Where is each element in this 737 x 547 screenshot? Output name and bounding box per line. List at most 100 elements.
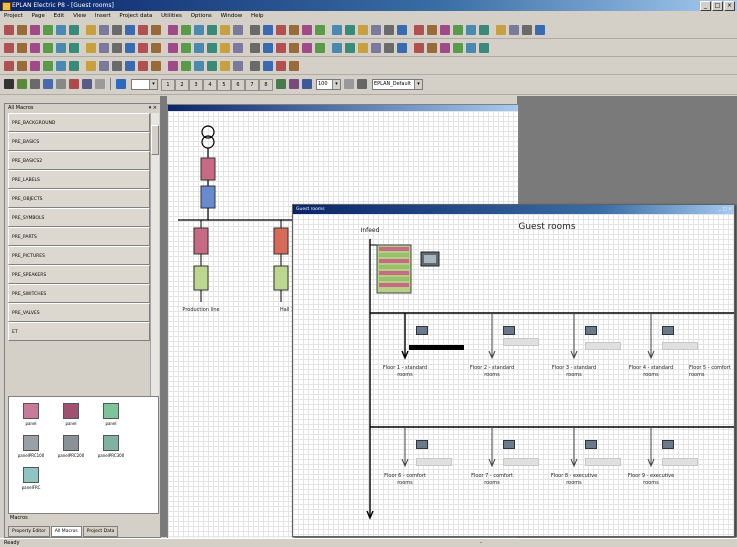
- toolbar-tool-icon[interactable]: [207, 25, 217, 35]
- toolbar-tool-icon[interactable]: [345, 43, 355, 53]
- toolbar-tool-icon[interactable]: [397, 43, 407, 53]
- menu-window[interactable]: Window: [221, 13, 243, 19]
- toolbar-tool-icon[interactable]: [358, 43, 368, 53]
- menu-edit[interactable]: Edit: [54, 13, 65, 19]
- toolbar-tool-icon[interactable]: [86, 61, 96, 71]
- layer-manager-icon[interactable]: [357, 79, 367, 89]
- toolbar-tool-icon[interactable]: [276, 25, 286, 35]
- toolbar-tool-icon[interactable]: [207, 61, 217, 71]
- color-icon[interactable]: [69, 79, 79, 89]
- toolbar-tool-icon[interactable]: [86, 43, 96, 53]
- level-button-2[interactable]: 2: [175, 79, 189, 91]
- minimize-button[interactable]: _: [700, 1, 711, 11]
- category-item[interactable]: PRE_VALVES: [8, 303, 150, 322]
- zoom-select[interactable]: 100 ▾: [316, 79, 341, 90]
- toolbar-tool-icon[interactable]: [30, 25, 40, 35]
- category-item[interactable]: PRE_BASICS2: [8, 151, 150, 170]
- toolbar-tool-icon[interactable]: [56, 61, 66, 71]
- toolbar-tool-icon[interactable]: [371, 25, 381, 35]
- toolbar-tool-icon[interactable]: [276, 61, 286, 71]
- menu-page[interactable]: Page: [32, 13, 45, 19]
- category-scrollbar[interactable]: [150, 113, 159, 396]
- menu-view[interactable]: View: [73, 13, 86, 19]
- toolbar-tool-icon[interactable]: [263, 61, 273, 71]
- close-button[interactable]: ×: [724, 1, 735, 11]
- toolbar-tool-icon[interactable]: [194, 25, 204, 35]
- toolbar-tool-icon[interactable]: [220, 25, 230, 35]
- level-button-7[interactable]: 7: [245, 79, 259, 91]
- toolbar-tool-icon[interactable]: [168, 25, 178, 35]
- menu-utilities[interactable]: Utilities: [161, 13, 182, 19]
- snap-icon[interactable]: [276, 79, 286, 89]
- toolbar-tool-icon[interactable]: [315, 25, 325, 35]
- toolbar-tool-icon[interactable]: [181, 43, 191, 53]
- toolbar-tool-icon[interactable]: [440, 25, 450, 35]
- toolbar-tool-icon[interactable]: [56, 25, 66, 35]
- toolbar-tool-icon[interactable]: [30, 43, 40, 53]
- toolbar-tool-icon[interactable]: [302, 25, 312, 35]
- maximize-button[interactable]: □: [712, 1, 723, 11]
- toolbar-tool-icon[interactable]: [315, 43, 325, 53]
- toolbar-tool-icon[interactable]: [397, 25, 407, 35]
- toolbar-tool-icon[interactable]: [56, 43, 66, 53]
- level-button-3[interactable]: 3: [189, 79, 203, 91]
- toolbar-tool-icon[interactable]: [535, 25, 545, 35]
- toolbar-tool-icon[interactable]: [466, 25, 476, 35]
- toolbar-tool-icon[interactable]: [479, 43, 489, 53]
- layer-select[interactable]: EPLAN_Default ▾: [372, 79, 423, 90]
- toolbar-tool-icon[interactable]: [125, 61, 135, 71]
- toolbar-tool-icon[interactable]: [427, 43, 437, 53]
- toolbar-tool-icon[interactable]: [509, 25, 519, 35]
- toolbar-tool-icon[interactable]: [276, 43, 286, 53]
- toolbar-tool-icon[interactable]: [99, 43, 109, 53]
- category-item[interactable]: PRE_BACKGROUND: [8, 113, 150, 132]
- toolbar-tool-icon[interactable]: [332, 43, 342, 53]
- toolbar-tool-icon[interactable]: [69, 25, 79, 35]
- toolbar-tool-icon[interactable]: [479, 25, 489, 35]
- toolbar-tool-icon[interactable]: [289, 61, 299, 71]
- toolbar-tool-icon[interactable]: [17, 43, 27, 53]
- toolbar-tool-icon[interactable]: [440, 43, 450, 53]
- toolbar-tool-icon[interactable]: [17, 61, 27, 71]
- tab-all-macros[interactable]: All Macros: [50, 526, 82, 537]
- category-item[interactable]: PRE_SWITCHES: [8, 284, 150, 303]
- toolbar-tool-icon[interactable]: [345, 25, 355, 35]
- toolbar-tool-icon[interactable]: [30, 61, 40, 71]
- macro-panel-prc100[interactable]: panelPRC100: [17, 435, 45, 458]
- tab-project-data[interactable]: Project Data: [82, 526, 119, 537]
- toolbar-tool-icon[interactable]: [138, 25, 148, 35]
- text-icon[interactable]: [43, 79, 53, 89]
- toolbar-tool-icon[interactable]: [233, 43, 243, 53]
- toolbar-tool-icon[interactable]: [289, 43, 299, 53]
- toolbar-tool-icon[interactable]: [220, 61, 230, 71]
- toolbar-tool-icon[interactable]: [69, 43, 79, 53]
- toolbar-tool-icon[interactable]: [358, 25, 368, 35]
- toolbar-tool-icon[interactable]: [125, 43, 135, 53]
- line-tool-icon[interactable]: [4, 79, 14, 89]
- toolbar-tool-icon[interactable]: [427, 25, 437, 35]
- category-item[interactable]: PRE_OBJECTS: [8, 189, 150, 208]
- toolbar-tool-icon[interactable]: [151, 43, 161, 53]
- feeder-block-hall[interactable]: [273, 227, 289, 255]
- pointer-icon[interactable]: [116, 79, 126, 89]
- toolbar-tool-icon[interactable]: [4, 61, 14, 71]
- toolbar-tool-icon[interactable]: [138, 43, 148, 53]
- category-item[interactable]: PRE_PICTURES: [8, 246, 150, 265]
- menu-project-data[interactable]: Project data: [119, 13, 152, 19]
- toolbar-tool-icon[interactable]: [138, 61, 148, 71]
- macro-panel-1[interactable]: panel: [17, 403, 45, 426]
- toolbar-tool-icon[interactable]: [99, 25, 109, 35]
- style-select[interactable]: ▾: [131, 79, 158, 90]
- toolbar-tool-icon[interactable]: [17, 25, 27, 35]
- toolbar-tool-icon[interactable]: [233, 25, 243, 35]
- level-button-1[interactable]: 1: [161, 79, 175, 91]
- toolbar-tool-icon[interactable]: [453, 25, 463, 35]
- toolbar-tool-icon[interactable]: [125, 25, 135, 35]
- ortho-icon[interactable]: [289, 79, 299, 89]
- toolbar-tool-icon[interactable]: [250, 25, 260, 35]
- category-item[interactable]: PRE_SPEAKERS: [8, 265, 150, 284]
- layer-icon[interactable]: [344, 79, 354, 89]
- sub-panel-hall[interactable]: [273, 265, 289, 291]
- toolbar-tool-icon[interactable]: [4, 25, 14, 35]
- menu-help[interactable]: Help: [251, 13, 264, 19]
